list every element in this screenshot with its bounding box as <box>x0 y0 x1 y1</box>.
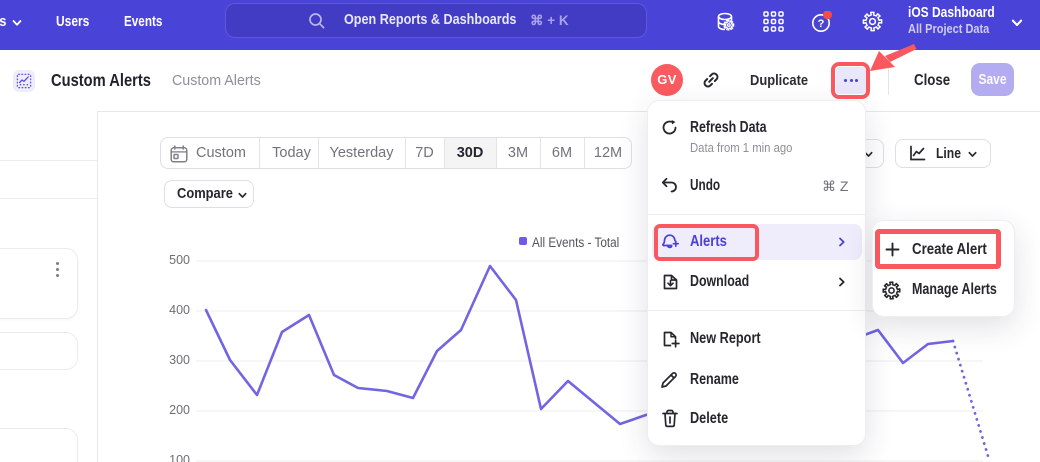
svg-text:?: ? <box>818 18 825 30</box>
